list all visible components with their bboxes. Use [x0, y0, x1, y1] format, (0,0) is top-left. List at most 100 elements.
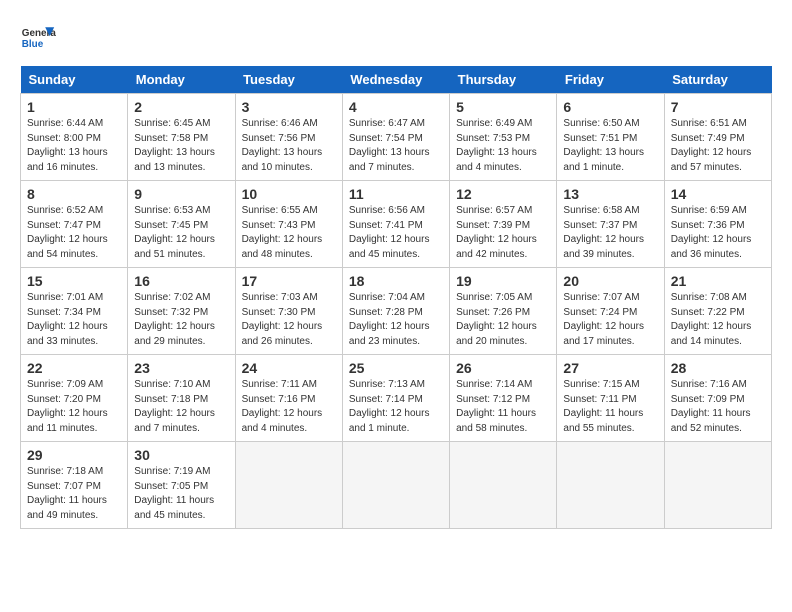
calendar-day: 14 Sunrise: 6:59 AMSunset: 7:36 PMDayligh…	[664, 181, 771, 268]
day-info: Sunrise: 7:01 AMSunset: 7:34 PMDaylight:…	[27, 292, 108, 347]
day-number: 20	[563, 273, 657, 289]
weekday-header: Tuesday	[235, 66, 342, 94]
day-number: 17	[242, 273, 336, 289]
day-number: 14	[671, 186, 765, 202]
day-info: Sunrise: 6:52 AMSunset: 7:47 PMDaylight:…	[27, 205, 108, 260]
day-info: Sunrise: 6:49 AMSunset: 7:53 PMDaylight:…	[456, 118, 537, 173]
day-number: 15	[27, 273, 121, 289]
weekday-header: Monday	[128, 66, 235, 94]
day-info: Sunrise: 7:08 AMSunset: 7:22 PMDaylight:…	[671, 292, 752, 347]
day-number: 12	[456, 186, 550, 202]
day-info: Sunrise: 6:56 AMSunset: 7:41 PMDaylight:…	[349, 205, 430, 260]
day-number: 8	[27, 186, 121, 202]
day-number: 25	[349, 360, 443, 376]
day-number: 7	[671, 99, 765, 115]
calendar-day: 3Sunrise: 6:46 AMSunset: 7:56 PMDaylight…	[235, 94, 342, 181]
calendar-day: 21 Sunrise: 7:08 AMSunset: 7:22 PMDayligh…	[664, 268, 771, 355]
calendar-week: 1 Sunrise: 6:44 AMSunset: 8:00 PMDaylight…	[21, 94, 772, 181]
calendar-day: 6Sunrise: 6:50 AMSunset: 7:51 PMDaylight…	[557, 94, 664, 181]
calendar-day: 23 Sunrise: 7:10 AMSunset: 7:18 PMDayligh…	[128, 355, 235, 442]
day-info: Sunrise: 6:51 AMSunset: 7:49 PMDaylight:…	[671, 118, 752, 173]
day-info: Sunrise: 7:11 AMSunset: 7:16 PMDaylight:…	[242, 379, 323, 434]
day-number: 13	[563, 186, 657, 202]
calendar-day: 27Sunrise: 7:15 AMSunset: 7:11 PMDayligh…	[557, 355, 664, 442]
calendar-day: 5 Sunrise: 6:49 AMSunset: 7:53 PMDaylight…	[450, 94, 557, 181]
day-number: 19	[456, 273, 550, 289]
day-number: 27	[563, 360, 657, 376]
weekday-header: Saturday	[664, 66, 771, 94]
calendar-day: 20 Sunrise: 7:07 AMSunset: 7:24 PMDayligh…	[557, 268, 664, 355]
calendar-day: 16 Sunrise: 7:02 AMSunset: 7:32 PMDayligh…	[128, 268, 235, 355]
page-header: General Blue	[20, 20, 772, 56]
weekday-header: Sunday	[21, 66, 128, 94]
day-info: Sunrise: 7:13 AMSunset: 7:14 PMDaylight:…	[349, 379, 430, 434]
day-number: 21	[671, 273, 765, 289]
calendar-day: 17 Sunrise: 7:03 AMSunset: 7:30 PMDayligh…	[235, 268, 342, 355]
calendar-day: 26 Sunrise: 7:14 AMSunset: 7:12 PMDayligh…	[450, 355, 557, 442]
day-info: Sunrise: 6:44 AMSunset: 8:00 PMDaylight:…	[27, 118, 108, 173]
day-number: 5	[456, 99, 550, 115]
day-info: Sunrise: 6:53 AMSunset: 7:45 PMDaylight:…	[134, 205, 215, 260]
logo: General Blue	[20, 20, 56, 56]
day-number: 11	[349, 186, 443, 202]
calendar-day: 28Sunrise: 7:16 AMSunset: 7:09 PMDayligh…	[664, 355, 771, 442]
calendar-day: 10 Sunrise: 6:55 AMSunset: 7:43 PMDayligh…	[235, 181, 342, 268]
day-info: Sunrise: 6:45 AMSunset: 7:58 PMDaylight:…	[134, 118, 215, 173]
day-info: Sunrise: 6:59 AMSunset: 7:36 PMDaylight:…	[671, 205, 752, 260]
day-info: Sunrise: 7:10 AMSunset: 7:18 PMDaylight:…	[134, 379, 215, 434]
day-info: Sunrise: 7:14 AMSunset: 7:12 PMDaylight:…	[456, 379, 536, 434]
day-number: 26	[456, 360, 550, 376]
calendar-day: 9 Sunrise: 6:53 AMSunset: 7:45 PMDaylight…	[128, 181, 235, 268]
calendar-day	[557, 442, 664, 529]
day-number: 2	[134, 99, 228, 115]
day-number: 28	[671, 360, 765, 376]
calendar-day: 8 Sunrise: 6:52 AMSunset: 7:47 PMDaylight…	[21, 181, 128, 268]
calendar-week: 22 Sunrise: 7:09 AMSunset: 7:20 PMDayligh…	[21, 355, 772, 442]
day-info: Sunrise: 7:09 AMSunset: 7:20 PMDaylight:…	[27, 379, 108, 434]
day-info: Sunrise: 7:03 AMSunset: 7:30 PMDaylight:…	[242, 292, 323, 347]
calendar-day: 22 Sunrise: 7:09 AMSunset: 7:20 PMDayligh…	[21, 355, 128, 442]
calendar-day	[664, 442, 771, 529]
day-number: 18	[349, 273, 443, 289]
day-info: Sunrise: 6:47 AMSunset: 7:54 PMDaylight:…	[349, 118, 430, 173]
day-number: 22	[27, 360, 121, 376]
calendar-week: 29 Sunrise: 7:18 AMSunset: 7:07 PMDayligh…	[21, 442, 772, 529]
day-number: 10	[242, 186, 336, 202]
day-info: Sunrise: 7:05 AMSunset: 7:26 PMDaylight:…	[456, 292, 537, 347]
weekday-header: Friday	[557, 66, 664, 94]
weekday-header: Thursday	[450, 66, 557, 94]
day-number: 3	[242, 99, 336, 115]
day-number: 24	[242, 360, 336, 376]
day-number: 6	[563, 99, 657, 115]
weekday-header: Wednesday	[342, 66, 449, 94]
calendar-day	[450, 442, 557, 529]
day-info: Sunrise: 6:55 AMSunset: 7:43 PMDaylight:…	[242, 205, 323, 260]
calendar-day: 24 Sunrise: 7:11 AMSunset: 7:16 PMDayligh…	[235, 355, 342, 442]
day-info: Sunrise: 6:58 AMSunset: 7:37 PMDaylight:…	[563, 205, 644, 260]
calendar-day: 18 Sunrise: 7:04 AMSunset: 7:28 PMDayligh…	[342, 268, 449, 355]
day-info: Sunrise: 7:07 AMSunset: 7:24 PMDaylight:…	[563, 292, 644, 347]
calendar-day: 7 Sunrise: 6:51 AMSunset: 7:49 PMDaylight…	[664, 94, 771, 181]
day-info: Sunrise: 7:02 AMSunset: 7:32 PMDaylight:…	[134, 292, 215, 347]
calendar-day: 2 Sunrise: 6:45 AMSunset: 7:58 PMDaylight…	[128, 94, 235, 181]
day-number: 16	[134, 273, 228, 289]
day-number: 30	[134, 447, 228, 463]
day-number: 23	[134, 360, 228, 376]
day-number: 29	[27, 447, 121, 463]
svg-text:Blue: Blue	[22, 39, 44, 50]
calendar-day: 11 Sunrise: 6:56 AMSunset: 7:41 PMDayligh…	[342, 181, 449, 268]
day-number: 4	[349, 99, 443, 115]
calendar-day: 4 Sunrise: 6:47 AMSunset: 7:54 PMDaylight…	[342, 94, 449, 181]
calendar-day	[342, 442, 449, 529]
calendar-week: 15 Sunrise: 7:01 AMSunset: 7:34 PMDayligh…	[21, 268, 772, 355]
calendar-day: 1 Sunrise: 6:44 AMSunset: 8:00 PMDaylight…	[21, 94, 128, 181]
calendar-day: 13 Sunrise: 6:58 AMSunset: 7:37 PMDayligh…	[557, 181, 664, 268]
day-number: 1	[27, 99, 121, 115]
day-info: Sunrise: 7:19 AMSunset: 7:05 PMDaylight:…	[134, 466, 214, 521]
calendar-day: 30 Sunrise: 7:19 AMSunset: 7:05 PMDayligh…	[128, 442, 235, 529]
calendar-day: 15 Sunrise: 7:01 AMSunset: 7:34 PMDayligh…	[21, 268, 128, 355]
day-info: Sunrise: 7:04 AMSunset: 7:28 PMDaylight:…	[349, 292, 430, 347]
calendar-day	[235, 442, 342, 529]
day-number: 9	[134, 186, 228, 202]
day-info: Sunrise: 7:18 AMSunset: 7:07 PMDaylight:…	[27, 466, 107, 521]
